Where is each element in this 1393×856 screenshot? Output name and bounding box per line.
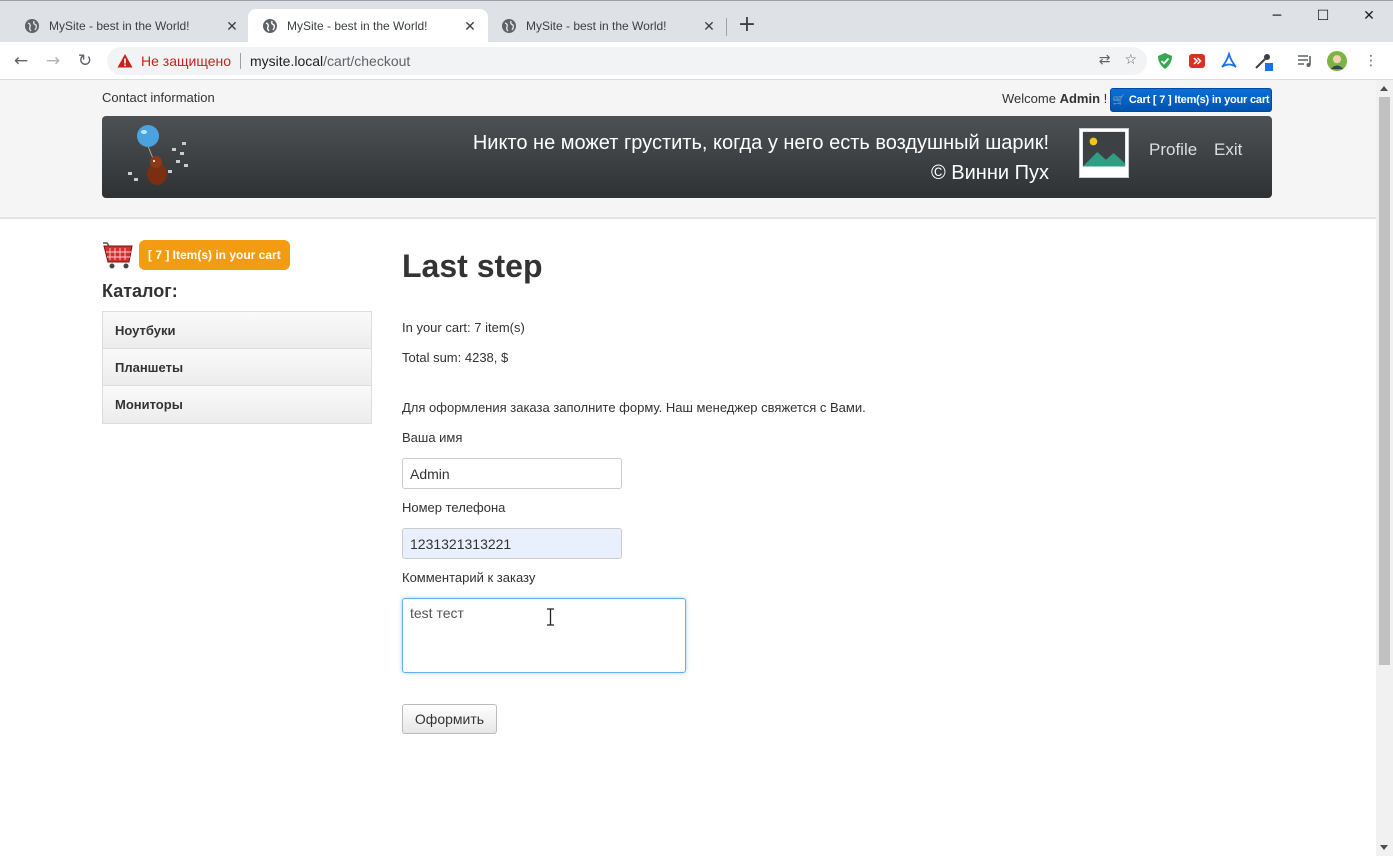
total-sum-text: Total sum: 4238, $ — [402, 350, 509, 365]
comment-textarea[interactable]: test тест — [402, 598, 686, 673]
quote-line-1: Никто не может грустить, когда у него ес… — [472, 132, 1049, 154]
close-tab-icon[interactable]: ✕ — [701, 18, 717, 35]
reload-button[interactable]: ↻ — [73, 49, 97, 73]
sidebar-cart[interactable]: [ 7 ] Item(s) in your cart — [102, 240, 290, 270]
url-path: /cart/checkout — [323, 53, 411, 69]
globe-icon — [502, 19, 516, 33]
header-cart-label: Cart [ 7 ] Item(s) in your cart — [1128, 94, 1270, 106]
catalog-item-laptops[interactable]: Ноутбуки — [103, 312, 371, 349]
browser-menu-icon[interactable]: ⋮ — [1361, 51, 1381, 71]
acrobat-extension-icon[interactable] — [1219, 51, 1239, 71]
close-window-button[interactable]: ✕ — [1346, 1, 1392, 31]
sidebar-cart-badge[interactable]: [ 7 ] Item(s) in your cart — [139, 240, 290, 270]
catalog-item-monitors[interactable]: Мониторы — [103, 386, 371, 423]
page-scrollbar[interactable] — [1376, 80, 1393, 856]
contact-information-link[interactable]: Contact information — [102, 90, 215, 105]
catalog-list: Ноутбуки Планшеты Мониторы — [102, 311, 372, 424]
nav-profile-link[interactable]: Profile — [1149, 140, 1197, 160]
page-title: Last step — [402, 248, 543, 284]
browser-tab-2[interactable]: MySite - best in the World! ✕ — [248, 9, 488, 43]
translate-icon[interactable]: ⇄ — [1099, 52, 1111, 68]
scroll-down-arrow-icon[interactable] — [1380, 845, 1388, 850]
eyedropper-extension-icon[interactable] — [1253, 51, 1273, 71]
scroll-up-arrow-icon[interactable] — [1380, 86, 1388, 91]
welcome-user: Admin — [1059, 91, 1101, 106]
security-label[interactable]: Не защищено — [141, 53, 231, 69]
site-header: Contact information Welcome Admin ! 🛒 Ca… — [0, 80, 1376, 219]
close-tab-icon[interactable]: ✕ — [224, 18, 240, 35]
order-instructions: Для оформления заказа заполните форму. Н… — [402, 400, 866, 415]
cart-icon: 🛒 — [1112, 94, 1125, 106]
url-text[interactable]: mysite.local/cart/checkout — [250, 53, 410, 69]
shopping-basket-icon — [103, 242, 133, 269]
tab-title: MySite - best in the World! — [287, 19, 428, 33]
globe-icon — [263, 19, 277, 33]
catalog-item-tablets[interactable]: Планшеты — [103, 349, 371, 386]
maximize-button[interactable]: ☐ — [1300, 1, 1346, 31]
warning-icon — [117, 54, 133, 68]
header-cart-button[interactable]: 🛒 Cart [ 7 ] Item(s) in your cart — [1110, 88, 1272, 112]
profile-avatar[interactable] — [1327, 51, 1347, 71]
quote-author: © Винни Пух — [931, 162, 1049, 184]
hero-banner: Никто не может грустить, когда у него ес… — [102, 116, 1272, 198]
bookmark-star-icon[interactable]: ☆ — [1124, 52, 1137, 68]
address-bar[interactable]: Не защищено mysite.local/cart/checkout ⇄… — [107, 47, 1147, 75]
tab-title: MySite - best in the World! — [49, 19, 190, 33]
cart-count-text: In your cart: 7 item(s) — [402, 320, 525, 335]
hero-quote: Никто не может грустить, когда у него ес… — [473, 128, 1049, 188]
balloon-logo[interactable] — [120, 124, 194, 190]
back-button[interactable]: ← — [9, 49, 33, 73]
phone-label: Номер телефона — [402, 500, 506, 515]
url-host: mysite.local — [250, 53, 324, 69]
minimize-button[interactable]: ─ — [1254, 1, 1300, 31]
video-extension-icon[interactable] — [1187, 51, 1207, 71]
welcome-suffix: ! — [1103, 91, 1108, 106]
browser-tab-3[interactable]: MySite - best in the World! ✕ — [487, 9, 727, 43]
tab-separator — [726, 18, 727, 36]
browser-tab-1[interactable]: MySite - best in the World! ✕ — [10, 9, 250, 43]
tab-strip: MySite - best in the World! ✕ MySite - b… — [0, 0, 1393, 43]
submit-order-button[interactable]: Оформить — [402, 704, 497, 734]
catalog-title: Каталог: — [102, 281, 178, 301]
name-label: Ваша имя — [402, 430, 463, 445]
browser-toolbar: ← → ↻ Не защищено mysite.local/cart/chec… — [0, 42, 1393, 80]
page-viewport: Contact information Welcome Admin ! 🛒 Ca… — [0, 80, 1376, 856]
globe-icon — [25, 19, 39, 33]
phone-input[interactable] — [402, 528, 622, 559]
forward-button[interactable]: → — [41, 49, 65, 73]
shield-extension-icon[interactable] — [1155, 51, 1175, 71]
user-image-icon[interactable] — [1079, 128, 1129, 178]
tab-title: MySite - best in the World! — [526, 19, 667, 33]
close-tab-icon[interactable]: ✕ — [462, 18, 478, 35]
name-input[interactable] — [402, 458, 622, 489]
welcome-text: Welcome Admin ! — [1002, 91, 1107, 106]
welcome-prefix: Welcome — [1002, 91, 1056, 106]
comment-label: Комментарий к заказу — [402, 570, 536, 585]
text-cursor-icon — [547, 608, 554, 626]
media-controls-icon[interactable] — [1295, 51, 1315, 71]
omnibox-separator — [240, 53, 241, 69]
scrollbar-thumb[interactable] — [1379, 97, 1390, 665]
nav-exit-link[interactable]: Exit — [1214, 140, 1242, 160]
new-tab-button[interactable]: + — [736, 14, 758, 37]
